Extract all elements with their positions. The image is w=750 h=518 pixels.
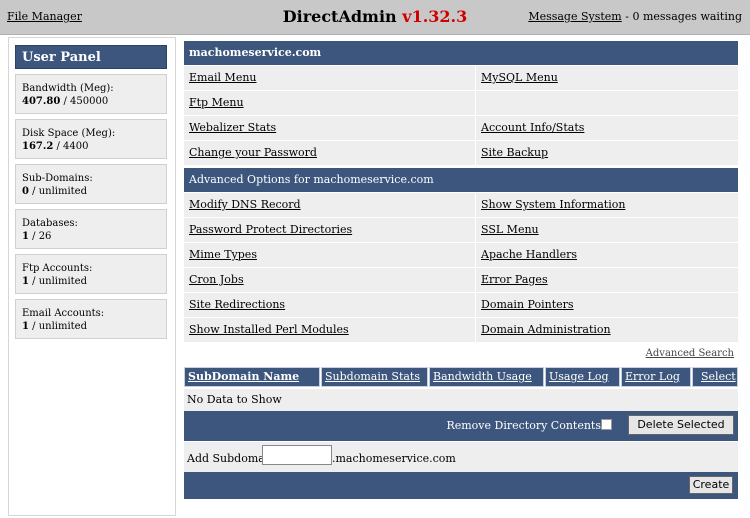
mime-types-link[interactable]: Mime Types xyxy=(189,248,257,261)
modify-dns-record-link[interactable]: Modify DNS Record xyxy=(189,198,301,211)
column-header-bandwidth-usage: Bandwidth Usage xyxy=(429,367,544,387)
stat-limit: / 26 xyxy=(28,231,52,242)
column-header-subdomain-stats: Subdomain Stats xyxy=(321,367,428,387)
stat-limit: / 450000 xyxy=(60,96,109,107)
stat-limit: / unlimited xyxy=(28,276,87,287)
site-redirections-link[interactable]: Site Redirections xyxy=(189,298,285,311)
subdomain-suffix: .machomeservice.com xyxy=(332,452,456,465)
create-button[interactable]: Create xyxy=(689,476,733,494)
sort-bandwidth-usage-link[interactable]: Bandwidth Usage xyxy=(433,370,532,383)
menu-cell: Mime Types xyxy=(184,243,475,267)
select-all-link[interactable]: Select xyxy=(701,370,736,383)
menu-cell: Email Menu xyxy=(184,66,475,90)
stat-disk-space: Disk Space (Meg): 167.2 / 4400 xyxy=(15,119,167,159)
table-empty-row: No Data to Show xyxy=(184,389,738,411)
ssl-menu-link[interactable]: SSL Menu xyxy=(481,223,539,236)
sort-subdomain-name-link[interactable]: SubDomain Name xyxy=(188,370,299,383)
menu-cell: Site Backup xyxy=(476,141,738,165)
app-version: v1.32.3 xyxy=(402,7,468,26)
menu-cell: Account Info/Stats xyxy=(476,116,738,140)
user-panel-sidebar: User Panel Bandwidth (Meg): 407.80 / 450… xyxy=(8,37,176,516)
password-protect-directories-link[interactable]: Password Protect Directories xyxy=(189,223,352,236)
menu-cell: Show System Information xyxy=(476,193,738,217)
column-header-usage-log: Usage Log xyxy=(545,367,620,387)
show-installed-perl-modules-link[interactable]: Show Installed Perl Modules xyxy=(189,323,349,336)
show-system-information-link[interactable]: Show System Information xyxy=(481,198,625,211)
error-pages-link[interactable]: Error Pages xyxy=(481,273,548,286)
remove-directory-label: Remove Directory Contents xyxy=(446,419,601,432)
menu-cell: Site Redirections xyxy=(184,293,475,317)
stat-used: 0 xyxy=(22,186,29,197)
mysql-menu-link[interactable]: MySQL Menu xyxy=(481,71,558,84)
menu-cell: Cron Jobs xyxy=(184,268,475,292)
add-subdomain-row: Add Subdomain: .machomeservice.com xyxy=(184,442,738,472)
menu-cell: Domain Administration xyxy=(476,318,738,342)
menu-cell: MySQL Menu xyxy=(476,66,738,90)
menu-cell: Error Pages xyxy=(476,268,738,292)
stat-label: Disk Space (Meg): xyxy=(22,128,116,139)
webalizer-stats-link[interactable]: Webalizer Stats xyxy=(189,121,276,134)
stat-used: 407.80 xyxy=(22,96,61,107)
delete-bar: Remove Directory Contents Delete Selecte… xyxy=(184,411,738,441)
site-backup-link[interactable]: Site Backup xyxy=(481,146,548,159)
subdomain-input[interactable] xyxy=(262,445,332,465)
sort-usage-log-link[interactable]: Usage Log xyxy=(549,370,609,383)
menu-cell: Apache Handlers xyxy=(476,243,738,267)
advanced-options-header: Advanced Options for machomeservice.com xyxy=(184,168,738,192)
domain-pointers-link[interactable]: Domain Pointers xyxy=(481,298,574,311)
menu-cell: SSL Menu xyxy=(476,218,738,242)
stat-databases: Databases: 1 / 26 xyxy=(15,209,167,249)
account-info-stats-link[interactable]: Account Info/Stats xyxy=(481,121,584,134)
menu-cell: Domain Pointers xyxy=(476,293,738,317)
menu-cell: Password Protect Directories xyxy=(184,218,475,242)
stat-ftp-accounts: Ftp Accounts: 1 / unlimited xyxy=(15,254,167,294)
menu-cell: Change your Password xyxy=(184,141,475,165)
ftp-menu-link[interactable]: Ftp Menu xyxy=(189,96,244,109)
message-area: Message System - 0 messages waiting xyxy=(528,10,742,23)
stat-used: 1 xyxy=(22,321,29,332)
stat-label: Databases: xyxy=(22,218,78,229)
sort-subdomain-stats-link[interactable]: Subdomain Stats xyxy=(325,370,420,383)
stat-label: Ftp Accounts: xyxy=(22,263,93,274)
menu-cell: Show Installed Perl Modules xyxy=(184,318,475,342)
menu-cell: Ftp Menu xyxy=(184,91,475,115)
menu-cell: Webalizer Stats xyxy=(184,116,475,140)
domain-administration-link[interactable]: Domain Administration xyxy=(481,323,611,336)
stat-used: 1 xyxy=(22,231,29,242)
column-header-select: Select xyxy=(692,367,738,387)
stat-label: Bandwidth (Meg): xyxy=(22,83,114,94)
stat-sub-domains: Sub-Domains: 0 / unlimited xyxy=(15,164,167,204)
top-bar: File Manager DirectAdmin v1.32.3 Message… xyxy=(0,0,750,35)
create-bar: Create xyxy=(184,472,738,499)
column-header-error-log: Error Log xyxy=(621,367,691,387)
stat-limit: / unlimited xyxy=(28,321,87,332)
remove-directory-checkbox[interactable] xyxy=(601,419,612,430)
stat-used: 167.2 xyxy=(22,141,54,152)
advanced-search-link[interactable]: Advanced Search xyxy=(646,348,734,359)
stat-label: Sub-Domains: xyxy=(22,173,93,184)
stat-used: 1 xyxy=(22,276,29,287)
stat-bandwidth: Bandwidth (Meg): 407.80 / 450000 xyxy=(15,74,167,114)
app-title-name: DirectAdmin xyxy=(282,7,397,26)
change-password-link[interactable]: Change your Password xyxy=(189,146,317,159)
column-header-subdomain-name: SubDomain Name xyxy=(184,367,320,387)
menu-cell: Modify DNS Record xyxy=(184,193,475,217)
sort-error-log-link[interactable]: Error Log xyxy=(625,370,680,383)
delete-selected-button[interactable]: Delete Selected xyxy=(628,415,734,435)
stat-limit: / 4400 xyxy=(53,141,89,152)
message-system-link[interactable]: Message System xyxy=(528,10,621,23)
stat-label: Email Accounts: xyxy=(22,308,105,319)
cron-jobs-link[interactable]: Cron Jobs xyxy=(189,273,244,286)
user-panel-title: User Panel xyxy=(15,45,167,69)
apache-handlers-link[interactable]: Apache Handlers xyxy=(481,248,577,261)
email-menu-link[interactable]: Email Menu xyxy=(189,71,257,84)
stat-limit: / unlimited xyxy=(28,186,87,197)
menu-cell-empty xyxy=(476,91,738,115)
domain-header: machomeservice.com xyxy=(184,41,738,65)
stat-email-accounts: Email Accounts: 1 / unlimited xyxy=(15,299,167,339)
messages-waiting-text: - 0 messages waiting xyxy=(625,10,742,23)
